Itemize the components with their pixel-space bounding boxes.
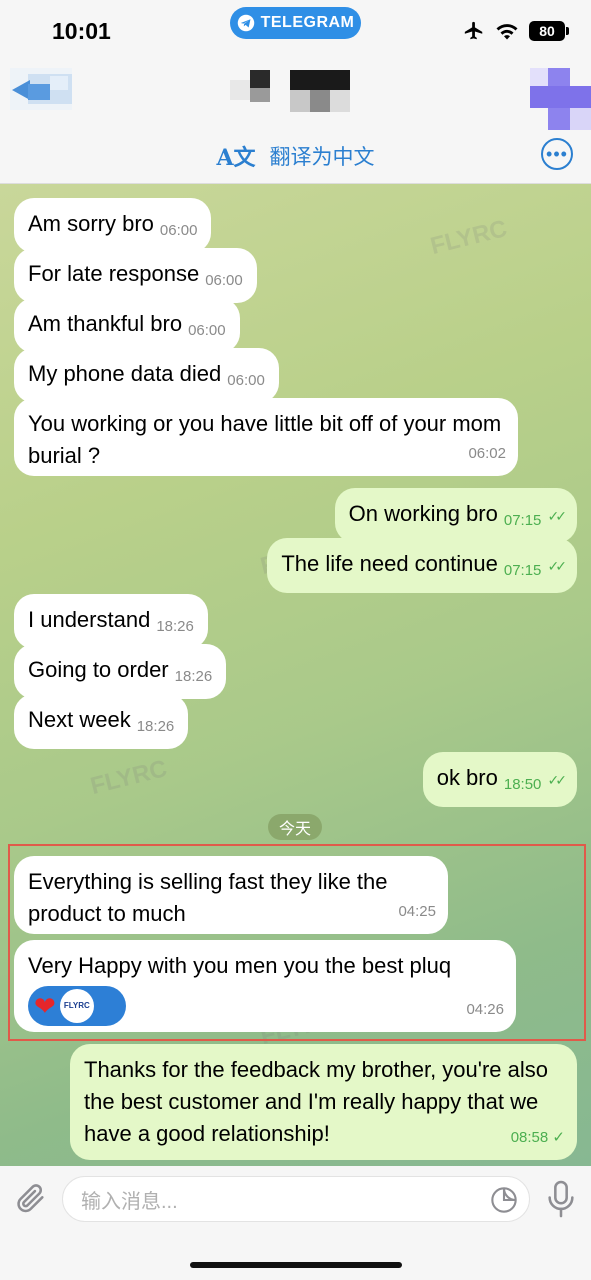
message-bubble-outgoing[interactable]: Thanks for the feedback my brother, you'… <box>70 1044 577 1160</box>
message-time: 06:00 <box>159 222 198 239</box>
message-time-with-check: 08:58 ✓ <box>511 1122 565 1154</box>
translate-label: 翻译为中文 <box>269 146 375 169</box>
reaction-badge[interactable]: ❤ FLYRC <box>28 986 126 1026</box>
message-bubble-incoming[interactable]: For late response 06:00 <box>14 248 257 303</box>
ellipsis-icon: ••• <box>546 144 568 164</box>
status-bar: 10:01 TELEGRAM 80 <box>0 0 591 58</box>
double-check-icon: ✓✓ <box>547 508 568 524</box>
back-button[interactable] <box>10 68 72 110</box>
message-bubble-incoming[interactable]: You working or you have little bit off o… <box>14 398 518 476</box>
airplane-icon <box>464 21 483 40</box>
date-separator: 今天 <box>268 814 322 840</box>
message-bubble-incoming[interactable]: Going to order 18:26 <box>14 644 227 699</box>
message-time: 18:50 <box>503 776 542 793</box>
telegram-icon <box>237 14 254 32</box>
watermark-text: FLYRC <box>87 755 170 801</box>
message-text: Everything is selling fast they like the… <box>28 869 388 926</box>
sticker-icon[interactable] <box>490 1186 518 1214</box>
battery-icon: 80 <box>529 21 569 41</box>
paperclip-icon[interactable] <box>14 1178 48 1218</box>
chat-header: A文 翻译为中文 ••• <box>0 58 591 184</box>
double-check-icon: ✓✓ <box>547 558 568 574</box>
message-text: Next week <box>28 707 131 732</box>
message-time: 08:58 <box>510 1129 549 1146</box>
message-bubble-outgoing[interactable]: ok bro 18:50 ✓✓ <box>422 752 577 807</box>
message-time: 07:15 <box>503 512 542 529</box>
message-text: I understand <box>28 607 151 632</box>
chat-area[interactable]: FLYRC FLYRC FLYRC FLYRC FLYRC FLYRC Am s… <box>0 184 591 1166</box>
message-bubble-incoming[interactable]: Next week 18:26 <box>14 694 189 749</box>
wifi-icon <box>496 24 518 40</box>
message-bubble-incoming[interactable]: Am sorry bro 06:00 <box>14 198 212 253</box>
home-indicator <box>190 1262 402 1268</box>
message-text: On working bro <box>348 501 498 526</box>
status-time: 10:01 <box>52 18 111 44</box>
message-time: 18:26 <box>156 618 194 635</box>
message-bubble-incoming[interactable]: Very Happy with you men you the best plu… <box>14 940 516 1032</box>
message-time: 06:00 <box>227 372 265 389</box>
message-text: Am thankful bro <box>28 311 183 336</box>
message-time: 18:26 <box>136 718 175 735</box>
message-time: 04:25 <box>398 903 436 920</box>
message-bubble-incoming[interactable]: Am thankful bro 06:00 <box>14 298 240 353</box>
message-time: 04:26 <box>466 1001 504 1018</box>
message-time: 18:26 <box>174 668 213 685</box>
message-bubble-outgoing[interactable]: The life need continue 07:15 ✓✓ <box>267 538 577 593</box>
message-text: Very Happy with you men you the best plu… <box>28 953 452 978</box>
input-bar: 输入消息... <box>0 1166 591 1280</box>
message-bubble-incoming[interactable]: I understand 18:26 <box>14 594 208 649</box>
status-icons: 80 <box>463 20 569 42</box>
reactor-avatar: FLYRC <box>59 989 94 1023</box>
translate-icon: A文 <box>216 145 256 171</box>
message-text: Thanks for the feedback my brother, you'… <box>84 1057 548 1146</box>
telegram-pill[interactable]: TELEGRAM <box>230 7 361 39</box>
translate-bar[interactable]: A文 翻译为中文 <box>0 136 591 176</box>
check-icon: ✓ <box>552 1129 565 1146</box>
message-input[interactable]: 输入消息... <box>62 1176 530 1222</box>
double-check-icon: ✓✓ <box>547 772 568 788</box>
message-text: For late response <box>28 261 200 286</box>
more-options-button[interactable]: ••• <box>541 138 573 170</box>
message-text: Going to order <box>28 657 169 682</box>
watermark-text: FLYRC <box>427 215 510 261</box>
message-bubble-incoming[interactable]: My phone data died 06:00 <box>14 348 279 403</box>
message-text: The life need continue <box>281 551 498 576</box>
message-text: ok bro <box>436 765 498 790</box>
message-bubble-outgoing[interactable]: On working bro 07:15 ✓✓ <box>334 488 577 543</box>
message-text: Am sorry bro <box>28 211 154 236</box>
message-time: 06:02 <box>468 445 506 462</box>
contact-name[interactable] <box>230 70 350 112</box>
telegram-pill-label: TELEGRAM <box>260 14 355 31</box>
contact-avatar[interactable] <box>530 68 591 130</box>
microphone-icon[interactable] <box>544 1178 578 1220</box>
message-time: 07:15 <box>503 562 542 579</box>
heart-icon: ❤ <box>34 991 56 1021</box>
message-text: My phone data died <box>28 361 222 386</box>
message-bubble-incoming[interactable]: Everything is selling fast they like the… <box>14 856 448 934</box>
message-text: You working or you have little bit off o… <box>28 411 502 468</box>
message-time: 06:00 <box>205 272 243 289</box>
message-time: 06:00 <box>188 322 226 339</box>
